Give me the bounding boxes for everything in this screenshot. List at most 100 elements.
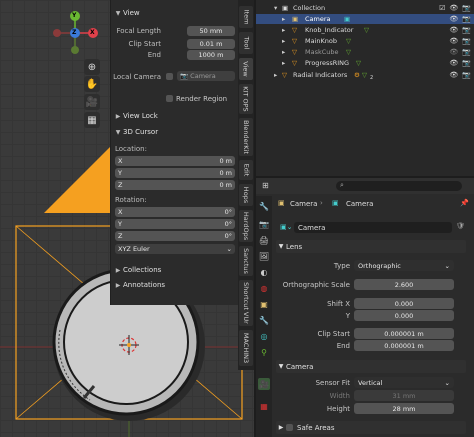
local-camera-checkbox[interactable]: [166, 73, 173, 80]
focal-length-field[interactable]: 50 mm: [187, 26, 235, 36]
visibility-icons[interactable]: 👁 📷: [449, 26, 471, 34]
chevron-down-icon: ▼: [278, 243, 284, 250]
fake-user-shield-icon[interactable]: 🛡: [456, 222, 465, 230]
rotation-label: Rotation:: [115, 196, 147, 204]
visibility-icons[interactable]: 👁 📷: [449, 48, 471, 56]
object-properties-icon[interactable]: ▣: [258, 298, 270, 310]
constraint-properties-icon[interactable]: ⚲: [258, 346, 270, 358]
rotation-x-field[interactable]: X 0°: [115, 207, 235, 217]
gizmo-z-label: Z: [72, 29, 77, 36]
scene-properties-icon[interactable]: ◐: [258, 266, 270, 278]
chevron-right-icon: ▸: [282, 15, 286, 23]
collections-section-header[interactable]: ▶ Collections: [113, 263, 237, 277]
safe-areas-checkbox[interactable]: [286, 424, 293, 431]
output-properties-icon[interactable]: 🖨: [258, 234, 270, 246]
grid-toggle-icon[interactable]: ▦: [84, 112, 100, 128]
camera-data-name-field[interactable]: Camera: [294, 222, 452, 233]
tab-kit-ops[interactable]: KIT OPS: [239, 84, 253, 114]
tab-label: KIT OPS: [242, 86, 251, 112]
gizmo-neg-x-axis[interactable]: [53, 29, 61, 37]
properties-search-input[interactable]: ⌕: [336, 181, 462, 191]
rotation-mode-dropdown[interactable]: XYZ Euler ⌄: [115, 244, 235, 254]
chevron-right-icon: ▶: [278, 424, 284, 431]
location-z-field[interactable]: Z 0 m: [115, 180, 235, 190]
outliner-row-camera[interactable]: ▸ ▣ Camera ▣ 👁 📷: [256, 14, 474, 24]
outliner-row-mainknob[interactable]: ▸ ▽ MainKnob ▽ 👁 📷: [256, 36, 474, 46]
safe-areas-section-header[interactable]: ▶ Safe Areas: [276, 421, 466, 434]
visibility-icons[interactable]: 👁 📷: [449, 15, 471, 23]
properties-editor-icon[interactable]: ⊞: [262, 181, 269, 190]
sensor-fit-dropdown[interactable]: Vertical ⌄: [354, 377, 454, 388]
tab-tool[interactable]: Tool: [239, 32, 253, 54]
tab-hops[interactable]: Hops: [239, 184, 253, 206]
zoom-icon[interactable]: ⊕: [84, 59, 100, 75]
tab-edit[interactable]: Edit: [239, 160, 253, 180]
lens-section-header[interactable]: ▼ Lens: [276, 240, 466, 253]
clip-end-field[interactable]: 0.000001 m: [354, 340, 454, 351]
visibility-icons[interactable]: 👁 📷: [449, 37, 471, 45]
ortho-scale-field[interactable]: 2.600: [354, 279, 454, 290]
checkbox-icon: ☑: [439, 4, 446, 12]
visibility-icons[interactable]: ☑ 👁 📷: [439, 4, 471, 12]
tab-view[interactable]: View: [239, 58, 253, 80]
view-section-header[interactable]: ▼ View: [113, 6, 237, 20]
tab-shortcut-vur[interactable]: Shortcut VUr: [239, 280, 253, 326]
camera-data-selector[interactable]: ▣⌄ Camera 🛡: [278, 222, 468, 234]
tab-item[interactable]: Item: [239, 6, 253, 28]
outliner-row-knob-indicator[interactable]: ▸ ▽ Knob_Indicator ▽ 👁 📷: [256, 25, 474, 35]
pan-hand-icon[interactable]: ✋: [84, 76, 100, 92]
render-region-checkbox[interactable]: [166, 95, 173, 102]
rotation-y-field[interactable]: Y 0°: [115, 219, 235, 229]
3d-cursor-section-header[interactable]: ▼ 3D Cursor: [113, 125, 237, 139]
render-properties-icon[interactable]: 📷: [258, 218, 270, 230]
chevron-right-icon: ▸: [282, 48, 286, 56]
view-layer-properties-icon[interactable]: 🖼: [258, 250, 270, 262]
mesh-object-icon: ▽: [282, 71, 287, 79]
sensor-width-field[interactable]: 31 mm: [354, 390, 454, 401]
outliner-row-progressring[interactable]: ▸ ▽ ProgressRING ▽ 👁 📷: [256, 58, 474, 68]
camera-object-icon: ▣: [278, 199, 285, 207]
shift-y-field[interactable]: 0.000: [354, 310, 454, 321]
modifier-properties-icon[interactable]: 🔧: [258, 314, 270, 326]
clip-start-field[interactable]: 0.000001 m: [354, 328, 454, 339]
local-camera-field[interactable]: 📷 Camera: [177, 71, 235, 81]
annotations-section-header[interactable]: ▶ Annotations: [113, 278, 237, 292]
visibility-icons[interactable]: 👁 📷: [449, 59, 471, 67]
camera-icon: 📷: [462, 26, 471, 34]
texture-properties-icon[interactable]: ▦: [258, 400, 270, 412]
camera-data-properties-icon[interactable]: 🎥: [258, 378, 270, 390]
view-lock-section-header[interactable]: ▶ View Lock: [113, 109, 237, 123]
pin-icon[interactable]: 📌: [460, 199, 469, 207]
lens-type-dropdown[interactable]: Orthographic ⌄: [354, 260, 454, 271]
tab-blenderkit[interactable]: BlenderKit: [239, 118, 253, 156]
tab-machin3[interactable]: MACHIN3: [239, 330, 253, 366]
outliner-row-collection[interactable]: ▾ ▣ Collection ☑ 👁 📷: [256, 3, 474, 13]
local-camera-label: Local Camera: [113, 73, 161, 81]
outliner-item-label: ProgressRING: [305, 59, 350, 67]
rotation-z-field[interactable]: Z 0°: [115, 231, 235, 241]
sensor-height-field[interactable]: 28 mm: [354, 403, 454, 414]
tool-properties-icon[interactable]: 🔧: [258, 200, 270, 212]
clip-end-field[interactable]: 1000 m: [187, 50, 235, 60]
chevron-right-icon: ▸: [282, 26, 286, 34]
shift-x-field[interactable]: 0.000: [354, 298, 454, 309]
camera-view-icon[interactable]: 🎥: [84, 94, 100, 110]
rotation-y-value: 0°: [224, 220, 232, 228]
tab-sanctus[interactable]: Sanctus: [239, 246, 253, 276]
camera-section-header[interactable]: ▼ Camera: [276, 360, 466, 373]
location-y-field[interactable]: Y 0 m: [115, 168, 235, 178]
camera-icon: 📷: [462, 15, 471, 23]
child-count-badge: 2: [370, 75, 374, 81]
properties-tabs: 🔧 📷 🖨 🖼 ◐ ◍ ▣ 🔧 ◎ ⚲ 🎥 ▦: [256, 196, 272, 437]
outliner-row-maskcube[interactable]: ▸ ▽ MaskCube ▽ 👁 📷: [256, 47, 474, 57]
world-properties-icon[interactable]: ◍: [258, 282, 270, 294]
tab-hardops[interactable]: HardOps: [239, 210, 253, 242]
camera-data-icon: ▣⌄: [280, 223, 293, 231]
location-y-value: 0 m: [219, 169, 232, 177]
visibility-icons[interactable]: 👁 📷: [449, 71, 471, 79]
physics-properties-icon[interactable]: ◎: [258, 330, 270, 342]
clip-start-field[interactable]: 0.01 m: [187, 39, 235, 49]
location-x-field[interactable]: X 0 m: [115, 156, 235, 166]
outliner-row-radial-indicators[interactable]: ▸ ▽ Radial Indicators ⚙ ▽ 2 👁 📷: [256, 70, 474, 81]
gizmo-neg-y-axis[interactable]: [71, 46, 79, 54]
